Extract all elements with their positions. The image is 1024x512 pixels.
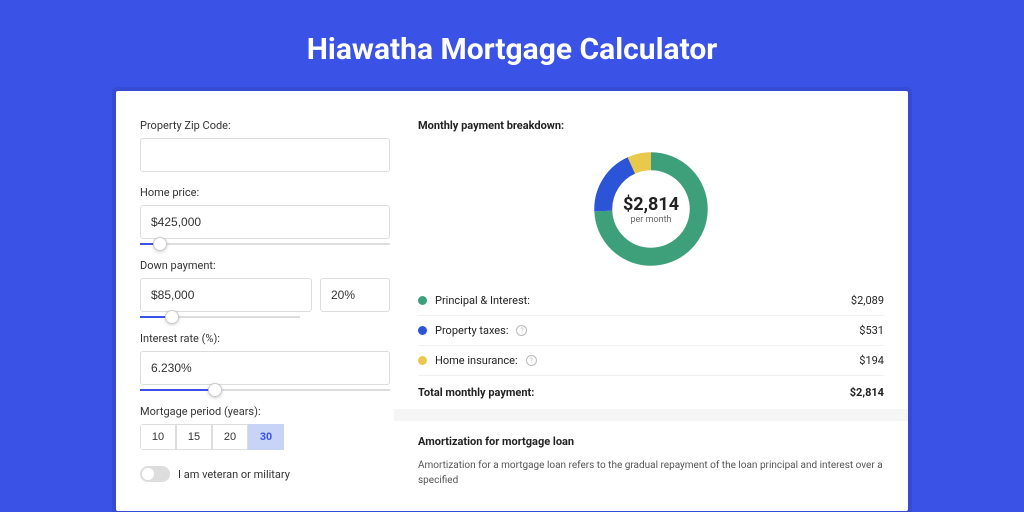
toggle-thumb: [142, 468, 154, 480]
legend-label: Principal & Interest:: [435, 294, 530, 307]
down-payment-pct-input[interactable]: [320, 278, 390, 312]
legend-value: $2,089: [851, 294, 884, 307]
legend-row: Principal & Interest: $2,089: [418, 286, 884, 316]
period-buttons: 10152030: [140, 424, 390, 450]
veteran-toggle[interactable]: [140, 466, 170, 482]
donut-chart-wrap: $2,814 per month: [418, 140, 884, 286]
period-button-10[interactable]: 10: [140, 424, 176, 450]
page-title: Hiawatha Mortgage Calculator: [0, 0, 1024, 91]
home-price-input[interactable]: [140, 205, 390, 239]
legend-row: Home insurance:? $194: [418, 346, 884, 376]
legend-list: Principal & Interest: $2,089 Property taxe…: [418, 286, 884, 376]
period-label: Mortgage period (years):: [140, 405, 390, 418]
home-price-field: Home price:: [140, 186, 390, 245]
breakdown-title: Monthly payment breakdown:: [418, 119, 884, 132]
zip-label: Property Zip Code:: [140, 119, 390, 132]
donut-center: $2,814 per month: [588, 146, 714, 272]
total-row: Total monthly payment: $2,814: [418, 376, 884, 409]
down-payment-field: Down payment:: [140, 259, 390, 318]
period-button-20[interactable]: 20: [212, 424, 248, 450]
legend-value: $194: [859, 354, 884, 367]
zip-field: Property Zip Code:: [140, 119, 390, 172]
period-button-15[interactable]: 15: [176, 424, 212, 450]
veteran-row: I am veteran or military: [140, 466, 390, 482]
period-field: Mortgage period (years): 10152030: [140, 405, 390, 450]
amortization-title: Amortization for mortgage loan: [418, 435, 884, 448]
interest-field: Interest rate (%):: [140, 332, 390, 391]
interest-slider[interactable]: [140, 389, 390, 391]
form-column: Property Zip Code: Home price: Down paym…: [140, 119, 390, 483]
home-price-label: Home price:: [140, 186, 390, 199]
legend-value: $531: [859, 324, 884, 337]
donut-sublabel: per month: [630, 215, 671, 225]
down-payment-slider[interactable]: [140, 316, 300, 318]
home-price-slider[interactable]: [140, 243, 390, 245]
breakdown-column: Monthly payment breakdown: $2,814 per mo…: [418, 119, 884, 483]
info-icon[interactable]: ?: [516, 325, 527, 336]
calculator-card: Property Zip Code: Home price: Down paym…: [116, 91, 908, 511]
period-button-30[interactable]: 30: [248, 424, 284, 450]
legend-dot: [418, 356, 427, 365]
legend-dot: [418, 326, 427, 335]
donut-value: $2,814: [623, 194, 679, 215]
legend-label: Property taxes:: [435, 324, 508, 337]
info-icon[interactable]: ?: [526, 355, 537, 366]
legend-row: Property taxes:? $531: [418, 316, 884, 346]
total-value: $2,814: [850, 386, 884, 399]
legend-dot: [418, 296, 427, 305]
zip-input[interactable]: [140, 138, 390, 172]
legend-label: Home insurance:: [435, 354, 518, 367]
total-label: Total monthly payment:: [418, 386, 534, 399]
amortization-text: Amortization for a mortgage loan refers …: [418, 458, 884, 488]
interest-input[interactable]: [140, 351, 390, 385]
down-payment-amount-input[interactable]: [140, 278, 312, 312]
amortization-section: Amortization for mortgage loan Amortizat…: [394, 409, 908, 488]
donut-chart: $2,814 per month: [588, 146, 714, 272]
down-payment-label: Down payment:: [140, 259, 390, 272]
veteran-label: I am veteran or military: [178, 468, 290, 481]
interest-label: Interest rate (%):: [140, 332, 390, 345]
